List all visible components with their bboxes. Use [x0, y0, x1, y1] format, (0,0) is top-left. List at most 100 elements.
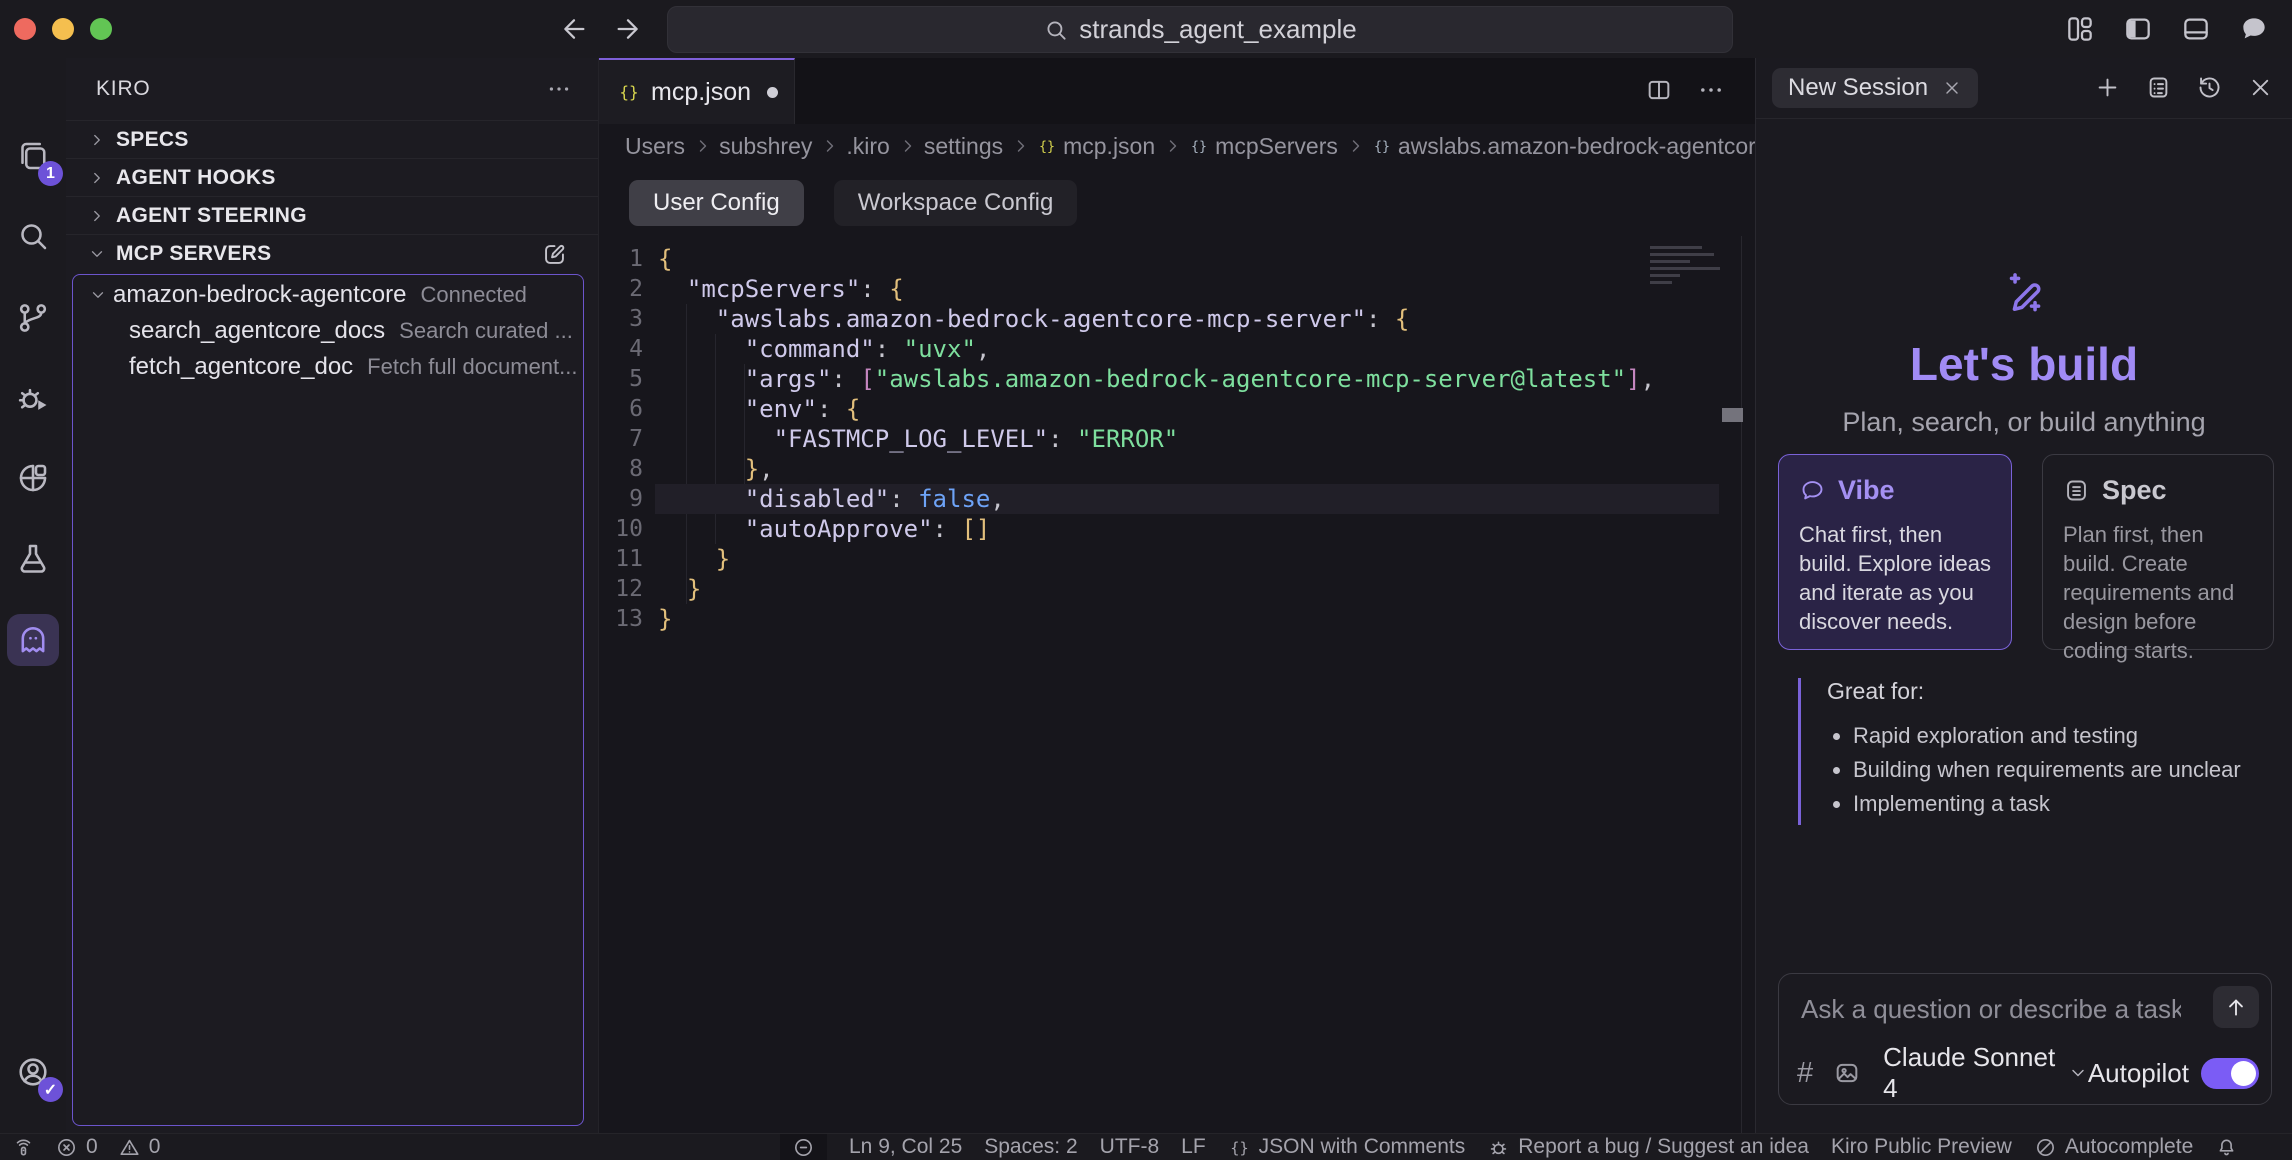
status-remote-status[interactable] [12, 1134, 35, 1160]
status-eol[interactable]: LF [1181, 1134, 1206, 1160]
session-tab[interactable]: New Session [1772, 68, 1978, 108]
minimap[interactable] [1650, 246, 1726, 288]
code-line-4[interactable]: 4 "command": "uvx", [599, 334, 1755, 364]
session-history-button[interactable] [2196, 74, 2223, 101]
toggle-panel-button[interactable] [2180, 13, 2212, 45]
model-selector[interactable]: Claude Sonnet 4 [1883, 1042, 2088, 1104]
window-minimize-button[interactable] [52, 18, 74, 40]
toggle-chat-button[interactable] [2238, 13, 2270, 45]
braces-icon: {} [1228, 1136, 1251, 1159]
activitybar-item-source-control[interactable] [7, 292, 59, 344]
activitybar-item-extensions[interactable] [7, 452, 59, 504]
editor-scrollbar-thumb[interactable] [1722, 408, 1743, 422]
code-line-12[interactable]: 12 } [599, 574, 1755, 604]
status-warning-count[interactable]: 0 [118, 1134, 161, 1160]
breadcrumb-item-users[interactable]: Users [625, 133, 685, 160]
sidebar-section-mcp-servers[interactable]: MCP SERVERS [66, 234, 598, 273]
close-session-icon[interactable] [1942, 78, 1962, 98]
chevron-right-icon [88, 207, 106, 225]
code-line-5[interactable]: 5 "args": ["awslabs.amazon-bedrock-agent… [599, 364, 1755, 394]
code-editor[interactable]: 1{2 "mcpServers": {3 "awslabs.amazon-bed… [599, 236, 1755, 1133]
code-line-2[interactable]: 2 "mcpServers": { [599, 274, 1755, 304]
sidebar-section-specs[interactable]: SPECS [66, 120, 598, 159]
code-line-3[interactable]: 3 "awslabs.amazon-bedrock-agentcore-mcp-… [599, 304, 1755, 334]
command-center-search[interactable]: strands_agent_example [667, 6, 1733, 53]
status-notifications[interactable] [2215, 1134, 2238, 1160]
session-tasks-button[interactable] [2145, 74, 2172, 101]
window-zoom-button[interactable] [90, 18, 112, 40]
breadcrumb-item-subshrey[interactable]: subshrey [719, 133, 812, 160]
spec-list-icon [2063, 477, 2090, 504]
mode-card-vibe[interactable]: VibeChat first, then build. Explore idea… [1778, 454, 2012, 650]
tree-item-search-agentcore-docs[interactable]: search_agentcore_docsSearch curated ... [73, 313, 583, 349]
activitybar-item-accounts[interactable]: ✓ [7, 1046, 59, 1098]
attach-image-button[interactable] [1833, 1059, 1861, 1087]
status-autocomplete-status[interactable]: Autocomplete [2034, 1134, 2193, 1160]
edit-mcp-config-button[interactable] [541, 241, 568, 268]
tab-mcp-json[interactable]: {} mcp.json [599, 58, 795, 124]
status-kiro-preview[interactable]: Kiro Public Preview [1831, 1134, 2012, 1160]
activitybar-item-run-and-debug[interactable] [7, 372, 59, 424]
status-text: Spaces: 2 [984, 1135, 1077, 1159]
kiro-agent-panel: New Session Let's build Plan, search, or… [1755, 58, 2292, 1133]
status-language-mode[interactable]: {}JSON with Comments [1228, 1134, 1466, 1160]
bug-icon [1487, 1136, 1510, 1159]
titlebar: strands_agent_example [0, 0, 2292, 58]
breadcrumb-item-kiro[interactable]: .kiro [846, 133, 889, 160]
code-line-1[interactable]: 1{ [599, 244, 1755, 274]
status-feedback-status[interactable] [780, 1134, 827, 1160]
sidebar-menu-button[interactable] [546, 76, 572, 102]
tree-item-fetch-agentcore-doc[interactable]: fetch_agentcore_docFetch full document..… [73, 349, 583, 385]
editor-menu-button[interactable] [1697, 76, 1725, 104]
tree-item-amazon-bedrock-agentcore[interactable]: amazon-bedrock-agentcoreConnected [73, 277, 583, 313]
nav-forward-button[interactable] [612, 13, 644, 45]
breadcrumb-item-awslabs-amazon-bedrock-agentcore[interactable]: {}awslabs.amazon-bedrock-agentcore- [1372, 133, 1776, 160]
code-line-8[interactable]: 8 }, [599, 454, 1755, 484]
send-button[interactable] [2213, 986, 2259, 1028]
toggle-sidebar-button[interactable] [2122, 13, 2154, 45]
close-panel-button[interactable] [2247, 74, 2274, 101]
breadcrumb-item-mcpservers[interactable]: {}mcpServers [1189, 133, 1338, 160]
activitybar-item-testing[interactable] [7, 532, 59, 584]
config-tab-user-config[interactable]: User Config [629, 180, 804, 226]
code-line-6[interactable]: 6 "env": { [599, 394, 1755, 424]
chat-composer: # Claude Sonnet 4 Autopilot [1778, 973, 2272, 1105]
breadcrumb-item-mcp-json[interactable]: {}mcp.json [1037, 133, 1155, 160]
customize-layout-button[interactable] [2064, 13, 2096, 45]
editor-scrollbar[interactable] [1741, 236, 1742, 1133]
great-for-label: Great for: [1827, 678, 2257, 705]
tool-description: Search curated ... [399, 318, 573, 344]
split-editor-button[interactable] [1645, 76, 1673, 104]
model-name: Claude Sonnet 4 [1883, 1042, 2060, 1104]
activitybar-item-explorer[interactable]: 1 [7, 130, 59, 182]
code-line-7[interactable]: 7 "FASTMCP_LOG_LEVEL": "ERROR" [599, 424, 1755, 454]
sidebar-section-agent-hooks[interactable]: AGENT HOOKS [66, 158, 598, 197]
chevron-down-icon [88, 245, 106, 263]
modified-dot-icon[interactable] [767, 87, 778, 98]
autopilot-control: Autopilot [2088, 1058, 2259, 1089]
window-close-button[interactable] [14, 18, 36, 40]
line-content: "args": ["awslabs.amazon-bedrock-agentco… [658, 364, 1655, 394]
new-session-button[interactable] [2094, 74, 2121, 101]
code-line-13[interactable]: 13} [599, 604, 1755, 634]
status-cursor-position[interactable]: Ln 9, Col 25 [849, 1134, 962, 1160]
activitybar-item-kiro-agent[interactable] [7, 614, 59, 666]
nav-back-button[interactable] [558, 13, 590, 45]
sidebar-section-agent-steering[interactable]: AGENT STEERING [66, 196, 598, 235]
activitybar-item-search[interactable] [7, 210, 59, 262]
status-error-count[interactable]: 0 [55, 1134, 98, 1160]
config-tab-workspace-config[interactable]: Workspace Config [834, 180, 1078, 226]
status-encoding[interactable]: UTF-8 [1100, 1134, 1160, 1160]
breadcrumb-item-settings[interactable]: settings [924, 133, 1003, 160]
code-line-11[interactable]: 11 } [599, 544, 1755, 574]
status-report-bug[interactable]: Report a bug / Suggest an idea [1487, 1134, 1809, 1160]
line-content: "disabled": false, [658, 484, 1005, 514]
mode-card-spec[interactable]: SpecPlan first, then build. Create requi… [2042, 454, 2274, 650]
tool-description: Fetch full document... [367, 354, 577, 380]
autopilot-toggle[interactable] [2201, 1058, 2259, 1089]
chat-input[interactable] [1799, 990, 2183, 1028]
context-hash-button[interactable]: # [1797, 1057, 1813, 1090]
code-line-10[interactable]: 10 "autoApprove": [] [599, 514, 1755, 544]
status-indentation[interactable]: Spaces: 2 [984, 1134, 1077, 1160]
code-line-9[interactable]: 9 "disabled": false, [599, 484, 1755, 514]
